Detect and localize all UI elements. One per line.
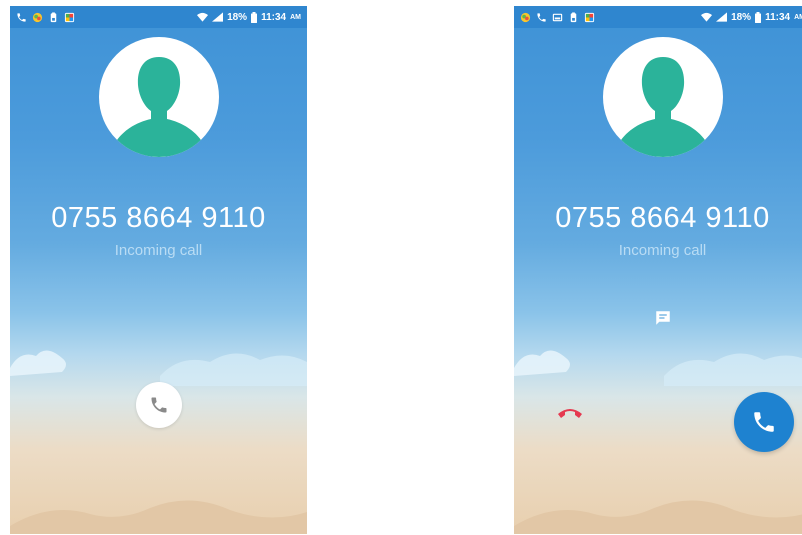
answer-button[interactable] bbox=[734, 392, 794, 452]
incoming-call-screen-idle: 18% 11:34 AM 0755 8664 9110 Incoming cal… bbox=[10, 6, 307, 534]
answer-button[interactable] bbox=[136, 382, 182, 428]
gallery-icon bbox=[64, 12, 75, 22]
battery-icon bbox=[755, 11, 762, 23]
photos-icon bbox=[520, 12, 531, 22]
wifi-icon bbox=[197, 12, 209, 22]
caller-number: 0755 8664 9110 bbox=[555, 202, 770, 234]
sand-dunes-decoration bbox=[514, 500, 802, 534]
hang-up-icon bbox=[558, 409, 582, 418]
call-status-label: Incoming call bbox=[114, 242, 203, 259]
sand-dunes-decoration bbox=[10, 500, 307, 534]
signal-icon bbox=[716, 12, 728, 22]
wifi-icon bbox=[701, 12, 713, 22]
quick-reply-message-button[interactable] bbox=[653, 308, 673, 328]
photos-icon bbox=[32, 12, 43, 22]
screenshot-icon bbox=[552, 13, 563, 21]
person-icon bbox=[618, 57, 707, 157]
decline-button[interactable] bbox=[553, 400, 587, 424]
phone-icon bbox=[151, 397, 167, 413]
battery-percent: 18% bbox=[227, 11, 248, 23]
signal-icon bbox=[212, 12, 224, 22]
call-icon bbox=[537, 12, 546, 22]
incoming-call-screen-expanded: 18% 11:34 AM 0755 8664 9110 Incoming cal… bbox=[514, 6, 802, 534]
caller-number: 0755 8664 9110 bbox=[51, 202, 266, 234]
call-icon bbox=[17, 12, 26, 22]
gallery-icon bbox=[584, 12, 595, 22]
status-bar: 18% 11:34 AM bbox=[514, 6, 802, 28]
battery-saver-icon bbox=[50, 11, 57, 22]
battery-icon bbox=[251, 11, 258, 23]
status-time: 11:34 bbox=[765, 11, 791, 23]
message-icon bbox=[656, 311, 670, 325]
phone-icon bbox=[754, 412, 774, 432]
status-bar: 18% 11:34 AM bbox=[10, 6, 307, 28]
status-time: 11:34 bbox=[261, 11, 287, 23]
status-ampm: AM bbox=[794, 13, 802, 21]
caller-avatar bbox=[602, 37, 723, 157]
status-ampm: AM bbox=[290, 13, 301, 21]
call-status-label: Incoming call bbox=[618, 242, 707, 259]
battery-percent: 18% bbox=[731, 11, 752, 23]
battery-saver-icon bbox=[570, 11, 577, 22]
person-icon bbox=[114, 57, 203, 157]
caller-avatar bbox=[98, 37, 219, 157]
